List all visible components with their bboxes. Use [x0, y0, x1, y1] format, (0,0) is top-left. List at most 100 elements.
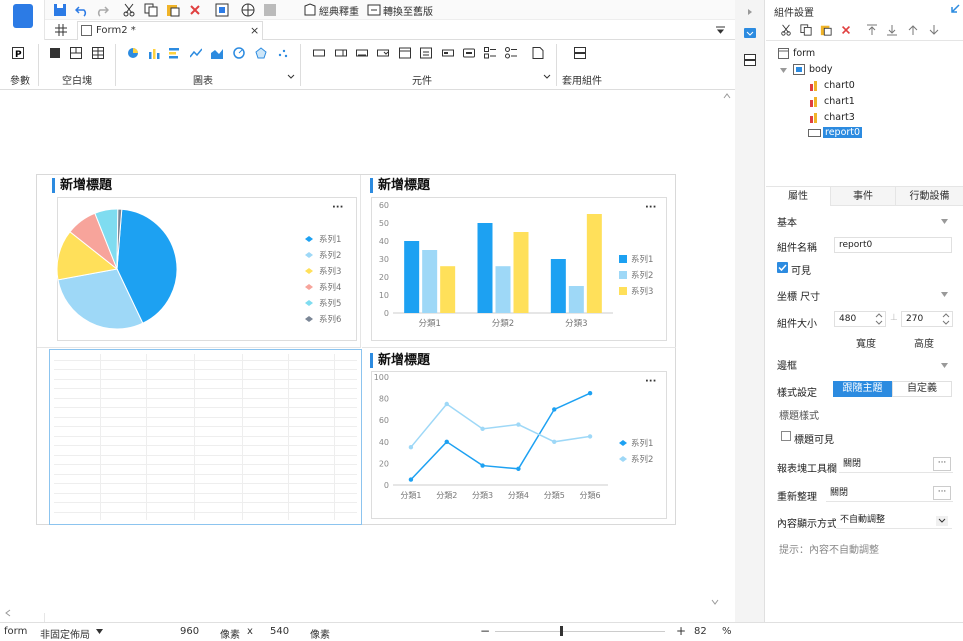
move-up-icon[interactable]	[907, 24, 919, 36]
widget-number-icon[interactable]	[335, 47, 347, 59]
tab-menu-icon[interactable]	[715, 25, 726, 36]
chart0-container[interactable]: 新增標題 ··· 系列1 系列2 系列3 系列4 系列5 系列6	[37, 175, 361, 348]
split-h-icon[interactable]	[70, 47, 82, 59]
globe-icon[interactable]	[241, 3, 255, 17]
zoom-in-icon[interactable]: +	[676, 624, 686, 638]
classic-button[interactable]: 經典釋重	[319, 3, 359, 18]
chart1-container[interactable]: 新增標題 ··· 0 10 20 30 40 50 60 分類1 分類2 分類3 系列1 系列2 系列3	[362, 175, 676, 348]
save-icon[interactable]	[53, 3, 67, 17]
tree-node-chart0[interactable]: chart0	[824, 80, 855, 91]
display-select[interactable]: 不自動調整	[836, 513, 952, 529]
report0-table[interactable]	[49, 349, 362, 525]
widget-file-icon[interactable]	[532, 47, 544, 59]
widget-checkbox-icon[interactable]	[484, 47, 496, 59]
grid-icon[interactable]	[55, 24, 67, 36]
tab-mobile[interactable]: 行動設備	[895, 187, 963, 206]
classic-icon[interactable]	[303, 3, 317, 17]
tree-expand-icon[interactable]	[780, 67, 787, 74]
chart-dropdown-icon[interactable]	[287, 74, 295, 80]
cut-icon[interactable]	[122, 3, 136, 17]
scatter-chart-icon[interactable]	[277, 47, 289, 59]
radar-chart-icon[interactable]	[255, 47, 267, 59]
style-follow-button[interactable]: 跟隨主題	[833, 381, 892, 397]
widget-date-icon[interactable]	[399, 47, 411, 59]
widget-password-icon[interactable]	[356, 47, 368, 59]
tree-node-chart1[interactable]: chart1	[824, 96, 855, 107]
scroll-down-icon[interactable]	[711, 598, 719, 606]
copy-icon[interactable]	[144, 3, 158, 17]
border-collapse-icon[interactable]	[941, 363, 948, 368]
widget-textbox-icon[interactable]	[313, 47, 325, 59]
height-stepper-icon[interactable]	[941, 311, 951, 327]
widget-button-icon[interactable]	[463, 47, 475, 59]
tab-events[interactable]: 事件	[830, 187, 895, 206]
pie-chart-icon[interactable]	[127, 47, 139, 59]
layout-select[interactable]: 非固定佈局	[40, 626, 90, 641]
tab-form2[interactable]: Form2 * ×	[77, 21, 263, 40]
scroll-up-icon[interactable]	[723, 92, 731, 100]
component-settings-icon[interactable]	[744, 28, 756, 38]
zoom-slider[interactable]	[495, 631, 665, 632]
basic-collapse-icon[interactable]	[941, 219, 948, 224]
hbar-chart-icon[interactable]	[169, 47, 181, 59]
widget-combo-icon[interactable]	[377, 47, 389, 59]
zoom-value[interactable]: 82	[694, 626, 707, 637]
line-chart-icon[interactable]	[190, 47, 202, 59]
layout-icon[interactable]	[744, 54, 756, 66]
section-basic[interactable]: 基本	[777, 214, 797, 229]
panel-cut-icon[interactable]	[780, 24, 792, 36]
coord-collapse-icon[interactable]	[941, 292, 948, 297]
tree-node-body[interactable]: body	[809, 64, 833, 75]
link-icon[interactable]: ⊥	[890, 313, 898, 323]
display-dropdown-icon[interactable]	[936, 516, 948, 526]
widget-tag-icon[interactable]	[442, 47, 454, 59]
name-input[interactable]: report0	[834, 237, 952, 253]
zoom-out-icon[interactable]: −	[480, 624, 490, 638]
panel-paste-icon[interactable]	[820, 24, 832, 36]
reorg-more-button[interactable]: ···	[933, 486, 951, 500]
collapse-panel-icon[interactable]	[950, 4, 960, 14]
zoom-slider-thumb[interactable]	[560, 626, 563, 636]
move-down-icon[interactable]	[928, 24, 940, 36]
section-border[interactable]: 邊框	[777, 357, 797, 372]
area-chart-icon[interactable]	[211, 47, 223, 59]
gauge-chart-icon[interactable]	[233, 47, 245, 59]
paste-icon[interactable]	[166, 3, 180, 17]
apply-widget-icon[interactable]	[574, 47, 586, 59]
layout-dropdown-icon[interactable]	[96, 629, 103, 634]
panel-copy-icon[interactable]	[800, 24, 812, 36]
panel-delete-icon[interactable]	[840, 24, 852, 36]
chart3-container[interactable]: 新增標題 ··· 0 20 40 60 80 100 分類1 分類2 分類3 分類4 分類5 分類6 系…	[362, 349, 676, 525]
width-stepper-icon[interactable]	[874, 311, 884, 327]
expand-right-icon[interactable]	[746, 8, 754, 16]
section-coord[interactable]: 坐標 尺寸	[777, 288, 820, 303]
delete-icon[interactable]	[188, 3, 202, 17]
title-visible-checkbox[interactable]	[781, 431, 791, 441]
bar-chart-icon[interactable]	[148, 47, 160, 59]
preview-icon[interactable]	[263, 3, 277, 17]
toolbar-more-button[interactable]: ···	[933, 457, 951, 471]
style-custom-button[interactable]: 自定義	[892, 381, 952, 397]
tab-properties[interactable]: 屬性	[766, 187, 830, 206]
scroll-left-icon[interactable]	[4, 609, 12, 617]
tree-node-form[interactable]: form	[793, 48, 815, 59]
convert-icon[interactable]	[367, 3, 381, 17]
redo-icon[interactable]	[95, 3, 109, 17]
widget-radio-icon[interactable]	[505, 47, 517, 59]
tree-node-report0[interactable]: report0	[823, 127, 863, 138]
height-field[interactable]: 540	[270, 626, 289, 637]
move-bottom-icon[interactable]	[886, 24, 898, 36]
visible-checkbox[interactable]	[777, 262, 788, 273]
widget-calendar-icon[interactable]	[420, 47, 432, 59]
params-icon[interactable]: P	[12, 47, 24, 59]
convert-button[interactable]: 轉換至舊版	[383, 3, 433, 18]
width-field[interactable]: 960	[180, 626, 199, 637]
tree-node-chart3[interactable]: chart3	[824, 112, 855, 123]
widget-dropdown-icon[interactable]	[543, 74, 551, 80]
split-grid-icon[interactable]	[92, 47, 104, 59]
close-tab-icon[interactable]: ×	[250, 24, 259, 37]
block-icon[interactable]	[49, 47, 61, 59]
move-top-icon[interactable]	[866, 24, 878, 36]
template-icon[interactable]	[215, 3, 229, 17]
undo-icon[interactable]	[75, 3, 89, 17]
